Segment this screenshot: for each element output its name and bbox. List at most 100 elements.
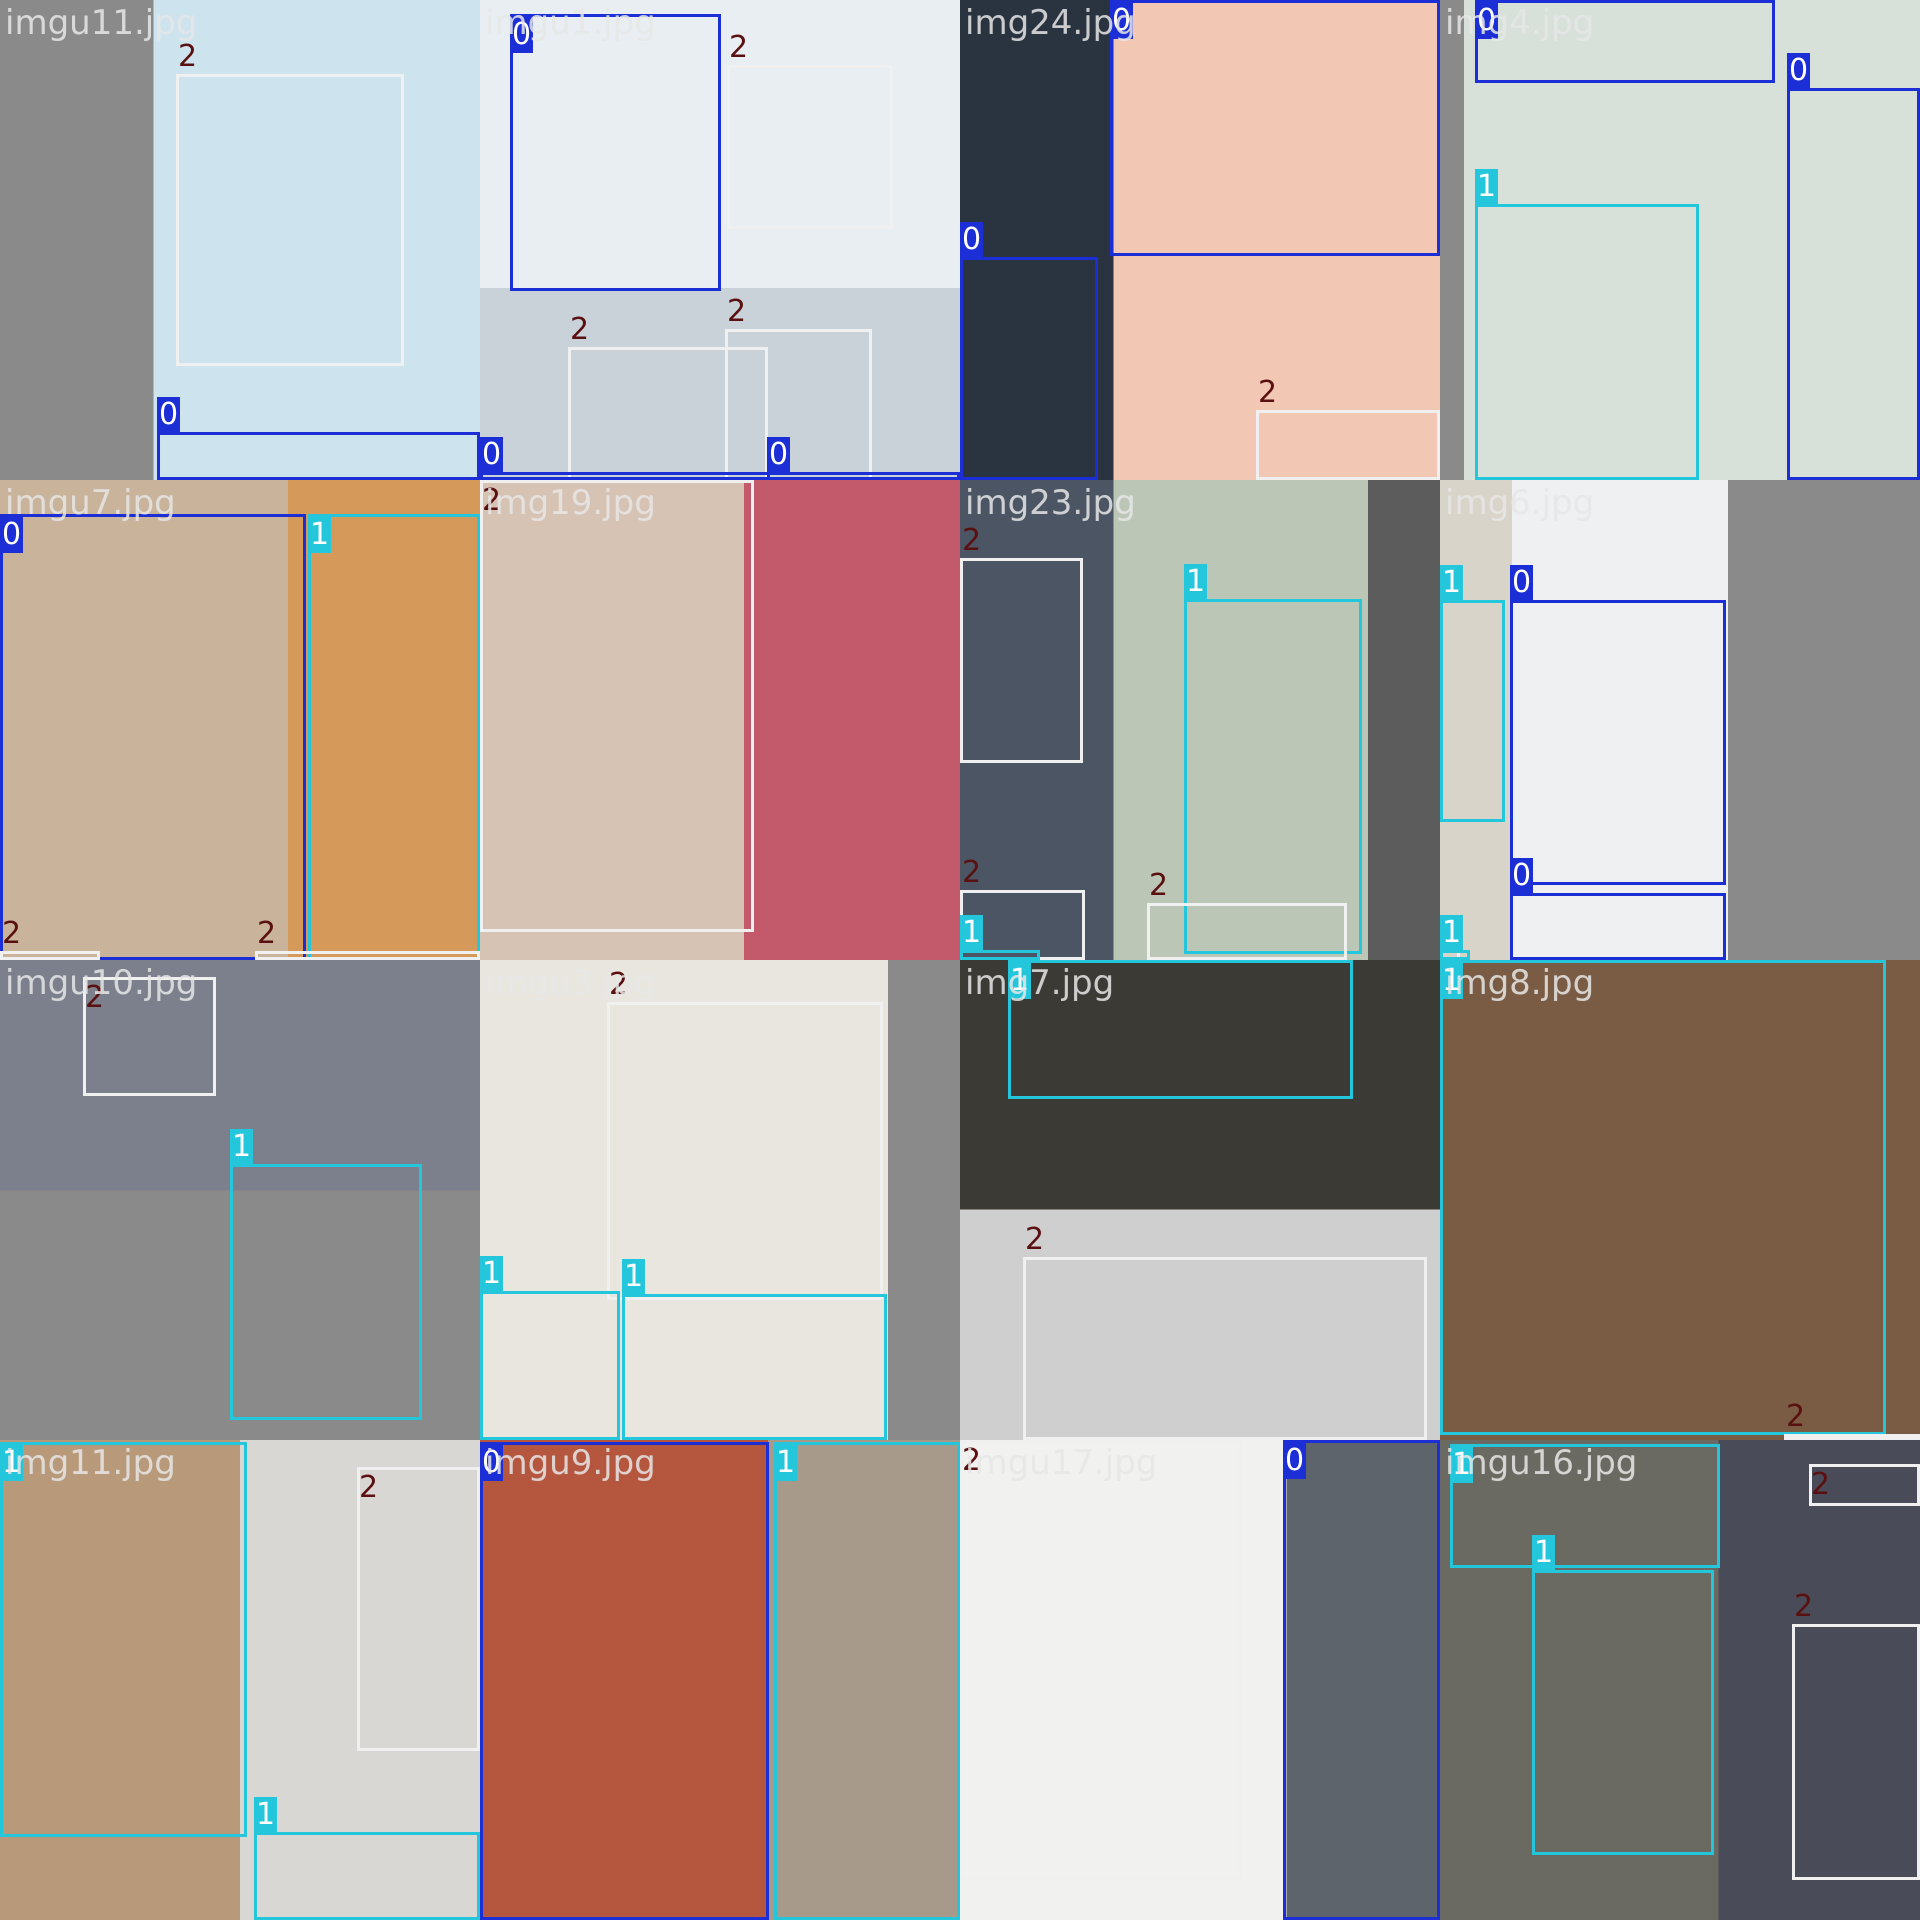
bounding-box: 0 (1787, 53, 1920, 480)
bounding-box: 1 (1440, 915, 1470, 960)
class-label: 0 (960, 222, 984, 258)
image-filename-label: imgu11.jpg (5, 3, 198, 43)
class-label: 2 (2, 916, 22, 951)
class-label: 1 (254, 1797, 278, 1833)
bounding-box: 2 (480, 480, 754, 932)
mosaic-tile: img8.jpg 1 2 (1440, 960, 1920, 1440)
class-label: 2 (1149, 868, 1169, 903)
mosaic-tile: img4.jpg 0 0 1 (1440, 0, 1920, 480)
bounding-box: 1 (1440, 565, 1505, 822)
class-label: 1 (1184, 564, 1208, 600)
class-label: 2 (1794, 1589, 1814, 1624)
bounding-box: 1 (1532, 1535, 1714, 1855)
bounding-box: 1 (774, 1442, 960, 1920)
class-label: 1 (1440, 915, 1464, 951)
bounding-box: 2 (255, 916, 480, 960)
class-label: 0 (1787, 53, 1811, 89)
class-label: 2 (570, 312, 590, 347)
class-label: 0 (480, 437, 504, 473)
bounding-box: 2 (176, 39, 404, 366)
mosaic-tile: img7.jpg 1 2 (960, 960, 1440, 1440)
bounding-box: 2 (1784, 1399, 1920, 1440)
mosaic-tile: imgu7.jpg 0 1 2 2 (0, 480, 480, 960)
bounding-box: 0 (0, 514, 306, 960)
bounding-box: 1 (1440, 960, 1886, 1435)
bounding-box: 0 (960, 222, 1098, 480)
image-filename-label: imgu9.jpg (485, 1443, 656, 1483)
class-label: 2 (962, 523, 982, 558)
mosaic-tile: imgu11.jpg 2 0 (0, 0, 480, 480)
bounding-box: 2 (727, 30, 893, 229)
image-filename-label: img7.jpg (965, 963, 1115, 1003)
bounding-box: 1 (230, 1129, 422, 1420)
class-label: 2 (359, 1470, 379, 1505)
bounding-box: 0 (1110, 0, 1440, 256)
class-label: 1 (230, 1129, 254, 1165)
class-label: 1 (480, 1256, 504, 1292)
image-filename-label: imgu17.jpg (965, 1443, 1158, 1483)
bounding-box: 0 (480, 1442, 769, 1920)
bounding-box: 2 (960, 523, 1083, 763)
bounding-box: 2 (1147, 868, 1347, 960)
image-filename-label: img4.jpg (1445, 3, 1595, 43)
class-label: 1 (774, 1445, 798, 1481)
bounding-box: 1 (1475, 169, 1699, 480)
image-filename-label: imgu7.jpg (5, 483, 176, 523)
image-filename-label: imgu3.jpg (485, 963, 656, 1003)
class-label: 2 (257, 916, 277, 951)
class-label: 2 (1786, 1399, 1806, 1434)
mosaic-grid: imgu11.jpg 2 0 imgu1.jpg 0 2 2 2 0 0 img24.jpg 0 0 2 i… (0, 0, 1920, 1920)
image-filename-label: img6.jpg (1445, 483, 1595, 523)
bounding-box: 1 (308, 514, 480, 960)
bounding-box: 2 (1809, 1464, 1920, 1506)
class-label: 2 (1811, 1467, 1831, 1502)
class-label: 2 (1258, 375, 1278, 410)
mosaic-tile: imgu17.jpg 2 0 (960, 1440, 1440, 1920)
bounding-box: 1 (254, 1797, 480, 1920)
class-label: 1 (622, 1259, 646, 1295)
bounding-box: 0 (157, 397, 480, 480)
bounding-box: 0 (510, 14, 721, 291)
class-label: 2 (962, 855, 982, 890)
class-label: 2 (727, 294, 747, 329)
mosaic-tile: img6.jpg10021 (1440, 480, 1920, 960)
bounding-box: 2 (725, 294, 872, 480)
class-label: 1 (1532, 1535, 1556, 1571)
class-label: 2 (178, 39, 198, 74)
bounding-box: 1 (622, 1259, 887, 1440)
bounding-box: 0 (767, 437, 960, 480)
image-filename-label: img24.jpg (965, 3, 1136, 43)
bounding-box: 2 (1256, 375, 1440, 480)
image-filename-label: img8.jpg (1445, 963, 1595, 1003)
mosaic-tile: img19.jpg 2 (480, 480, 960, 960)
class-label: 1 (1475, 169, 1499, 205)
bounding-box: 1 (1184, 564, 1362, 954)
image-filename-label: imgu16.jpg (1445, 1443, 1638, 1483)
mosaic-tile: imgu9.jpg 0 1 (480, 1440, 960, 1920)
image-filename-label: img23.jpg (965, 483, 1136, 523)
mosaic-tile: img24.jpg 0 0 2 (960, 0, 1440, 480)
mosaic-tile: imgu10.jpg 2 1 (0, 960, 480, 1440)
bounding-box: 2 (357, 1467, 480, 1751)
mosaic-tile: imgu3.jpg 2 1 1 (480, 960, 960, 1440)
bounding-box: 0 (1283, 1440, 1440, 1920)
class-label: 1 (960, 915, 984, 951)
class-label: 1 (1440, 565, 1464, 601)
class-label: 0 (1510, 858, 1534, 894)
image-filename-label: img11.jpg (5, 1443, 176, 1483)
bounding-box: 2 (607, 967, 883, 1300)
image-filename-label: img19.jpg (485, 483, 656, 523)
class-label: 0 (157, 397, 181, 433)
bounding-box: 2 (1792, 1589, 1920, 1880)
bounding-box: 2 (960, 1440, 1242, 1880)
class-label: 2 (729, 30, 749, 65)
mosaic-tile: img23.jpg 2 1 2 2 1 (960, 480, 1440, 960)
class-label: 1 (308, 517, 332, 553)
bounding-box: 2 (0, 916, 100, 960)
bounding-box: 0 (1510, 858, 1726, 960)
bounding-box: 1 (480, 1256, 620, 1440)
class-label: 0 (1510, 565, 1534, 601)
image-filename-label: imgu1.jpg (485, 3, 656, 43)
bounding-box: 2 (1023, 1222, 1427, 1440)
mosaic-tile: imgu1.jpg 0 2 2 2 0 0 (480, 0, 960, 480)
